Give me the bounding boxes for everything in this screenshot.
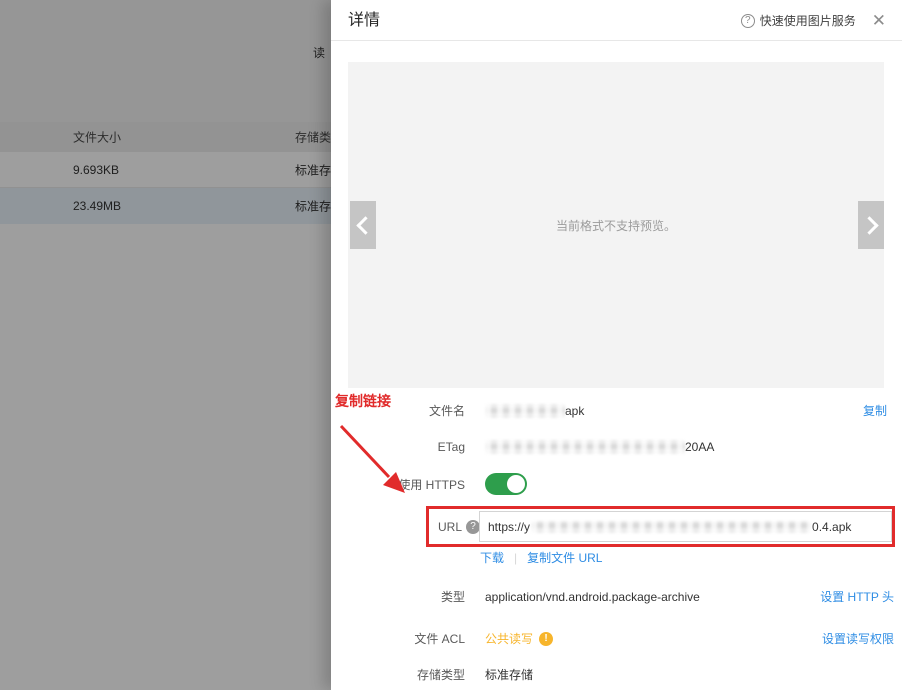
modal-dim-overlay[interactable]	[0, 0, 331, 690]
url-visible-prefix: https://y	[488, 520, 530, 534]
copy-file-url-link[interactable]: 复制文件 URL	[527, 549, 602, 566]
filename-value: apk	[485, 404, 584, 418]
next-file-button[interactable]	[858, 201, 884, 249]
filename-visible-suffix: apk	[565, 404, 584, 418]
acl-value-wrap: 公共读写 !	[485, 630, 553, 647]
use-https-label: 使用 HTTPS	[331, 476, 465, 493]
panel-title: 详情	[348, 0, 380, 41]
details-panel: 详情 ? 快速使用图片服务 ✕ 当前格式不支持预览。 复制链接	[331, 0, 902, 690]
type-label: 类型	[331, 588, 465, 605]
quick-image-service-label: 快速使用图片服务	[760, 12, 856, 29]
type-row: 类型 application/vnd.android.package-archi…	[331, 588, 902, 605]
copy-filename-button[interactable]: 复制	[863, 402, 887, 419]
url-redacted-mosaic	[531, 521, 811, 533]
etag-redacted-mosaic	[485, 440, 685, 454]
set-http-header-link[interactable]: 设置 HTTP 头	[820, 588, 894, 605]
question-circle-icon: ?	[741, 14, 755, 28]
filename-row: 文件名 apk 复制	[331, 402, 902, 419]
set-acl-permissions-link[interactable]: 设置读写权限	[822, 630, 894, 647]
download-link[interactable]: 下载	[480, 549, 504, 566]
close-icon[interactable]: ✕	[872, 12, 886, 29]
actions-divider: |	[514, 551, 517, 565]
https-toggle-knob	[506, 474, 526, 494]
screen: 读 文件大小 存储类 9.693KB 标准存 23.49MB 标准存 详情 ? …	[0, 0, 902, 690]
file-preview-area: 当前格式不支持预览。	[348, 62, 884, 388]
https-toggle-wrap	[485, 473, 527, 495]
acl-value: 公共读写	[485, 630, 533, 647]
acl-row: 文件 ACL 公共读写 ! 设置读写权限	[331, 630, 902, 647]
url-highlight-box: URL ? https://y 0.4.apk	[426, 506, 895, 547]
https-row: 使用 HTTPS	[331, 473, 902, 495]
url-label-wrap: URL ?	[438, 520, 476, 534]
type-value: application/vnd.android.package-archive	[485, 590, 700, 604]
url-input[interactable]: https://y 0.4.apk	[479, 511, 892, 542]
url-actions-row: 下载 | 复制文件 URL	[480, 549, 602, 566]
url-visible-suffix: 0.4.apk	[812, 520, 851, 534]
chevron-left-icon	[356, 216, 374, 234]
etag-visible-suffix: 20AA	[685, 440, 714, 454]
etag-row: ETag 20AA	[331, 440, 902, 454]
filename-redacted-mosaic	[485, 404, 565, 418]
etag-label: ETag	[331, 440, 465, 454]
filename-label: 文件名	[331, 402, 465, 419]
warning-circle-icon: !	[539, 632, 553, 646]
https-toggle[interactable]	[485, 473, 527, 495]
preview-unsupported-message: 当前格式不支持预览。	[556, 217, 676, 234]
chevron-right-icon	[860, 216, 878, 234]
quick-image-service-link[interactable]: ? 快速使用图片服务	[741, 12, 856, 29]
file-acl-label: 文件 ACL	[331, 630, 465, 647]
previous-file-button[interactable]	[350, 201, 376, 249]
url-label: URL	[438, 520, 462, 534]
panel-header-actions: ? 快速使用图片服务 ✕	[741, 0, 886, 41]
panel-header: 详情 ? 快速使用图片服务 ✕	[331, 0, 902, 41]
etag-value: 20AA	[485, 440, 714, 454]
question-circle-filled-icon: ?	[466, 520, 480, 534]
storage-type-row: 存储类型 标准存储	[331, 666, 902, 683]
storage-type-label: 存储类型	[331, 666, 465, 683]
storage-type-value: 标准存储	[485, 666, 533, 683]
